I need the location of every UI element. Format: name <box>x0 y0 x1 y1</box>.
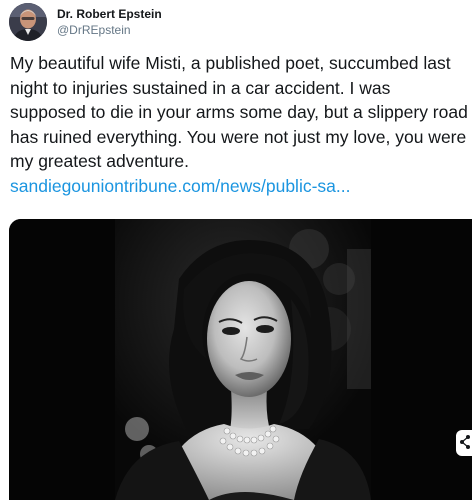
tweet-card: Dr. Robert Epstein @DrREpstein My beauti… <box>0 0 472 500</box>
tweet-body: My beautiful wife Misti, a published poe… <box>10 51 470 198</box>
share-icon <box>456 434 472 450</box>
author-name[interactable]: Dr. Robert Epstein <box>57 7 162 21</box>
author-avatar[interactable] <box>9 3 47 41</box>
tweet-link[interactable]: sandiegouniontribune.com/news/public-sa.… <box>10 174 470 199</box>
author-handle[interactable]: @DrREpstein <box>57 23 131 37</box>
tweet-text: My beautiful wife Misti, a published poe… <box>10 53 468 171</box>
tweet-photo[interactable] <box>9 219 472 500</box>
share-button[interactable] <box>456 430 472 456</box>
